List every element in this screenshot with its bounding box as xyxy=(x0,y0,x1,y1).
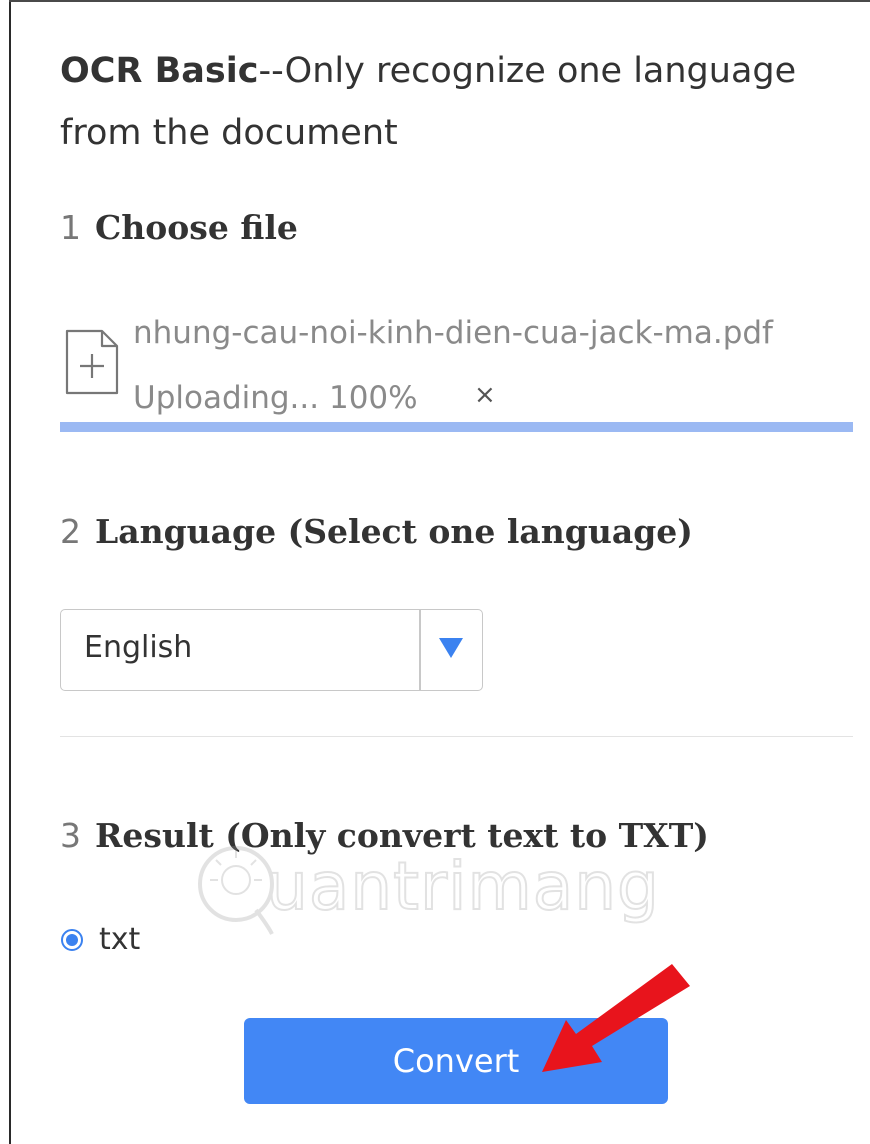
upload-status: Uploading... 100% xyxy=(133,380,418,416)
step-number: 2 xyxy=(60,512,81,551)
upload-progress-bar xyxy=(60,422,853,432)
uploaded-file-name: nhung-cau-noi-kinh-dien-cua-jack-ma.pdf xyxy=(133,315,773,351)
txt-radio-label[interactable]: txt xyxy=(99,922,140,957)
step-choose-file: 1 Choose file xyxy=(60,208,298,247)
step-number: 1 xyxy=(60,208,81,247)
close-icon[interactable]: × xyxy=(474,380,496,410)
select-divider xyxy=(419,610,421,690)
panel-left-border xyxy=(9,0,11,1144)
step-label: Language (Select one language) xyxy=(95,512,693,551)
heading-title: OCR Basic xyxy=(60,51,259,91)
step-label: Choose file xyxy=(95,208,298,247)
step-result: 3 Result (Only convert text to TXT) xyxy=(60,816,709,855)
ocr-panel: OCR Basic--Only recognize one language f… xyxy=(0,0,870,1144)
language-select-value: English xyxy=(84,630,193,665)
txt-radio[interactable] xyxy=(61,929,83,951)
dropdown-arrow-icon[interactable] xyxy=(439,638,463,658)
watermark-text: uantrimang xyxy=(265,847,660,926)
panel-top-border xyxy=(9,0,870,2)
file-add-icon[interactable] xyxy=(64,328,120,396)
step-number: 3 xyxy=(60,816,81,855)
panel-heading: OCR Basic--Only recognize one language f… xyxy=(60,40,840,164)
section-divider xyxy=(60,736,853,737)
convert-button[interactable]: Convert xyxy=(244,1018,668,1104)
step-label: Result (Only convert text to TXT) xyxy=(95,816,709,855)
step-language: 2 Language (Select one language) xyxy=(60,512,693,551)
language-select[interactable]: English xyxy=(60,609,483,691)
